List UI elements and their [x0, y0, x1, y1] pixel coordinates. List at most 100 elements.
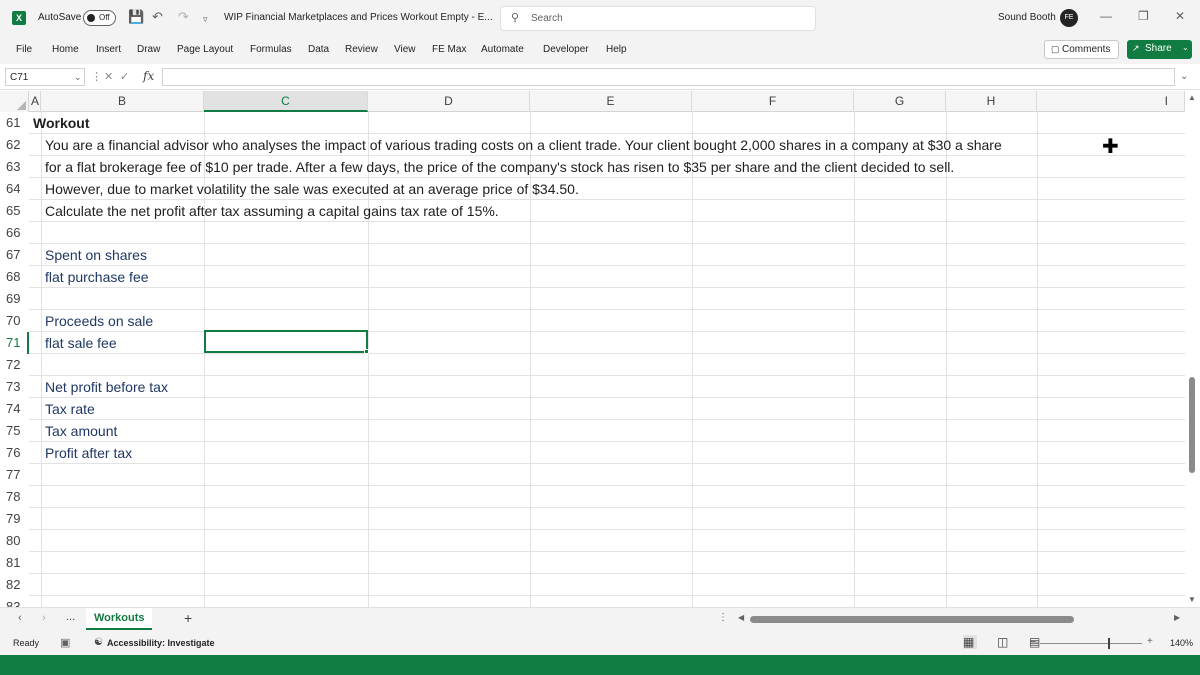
- tab-home[interactable]: Home: [52, 44, 79, 55]
- sheet-tab-workouts[interactable]: Workouts: [86, 608, 152, 630]
- column-header-e[interactable]: E: [530, 91, 692, 112]
- cell-text[interactable]: Tax amount: [45, 420, 117, 442]
- save-icon[interactable]: 💾: [128, 10, 144, 24]
- scroll-down-icon[interactable]: ▼: [1188, 595, 1196, 604]
- tab-help[interactable]: Help: [606, 44, 627, 55]
- share-button[interactable]: ↗ Share ⌄: [1127, 40, 1192, 59]
- row-header[interactable]: 66: [0, 222, 29, 244]
- column-header-b[interactable]: B: [41, 91, 204, 112]
- zoom-slider-thumb[interactable]: [1108, 638, 1110, 649]
- row-header[interactable]: 77: [0, 464, 29, 486]
- cell-text[interactable]: for a flat brokerage fee of $10 per trad…: [45, 156, 954, 178]
- undo-icon[interactable]: ↶: [152, 10, 163, 24]
- column-header-d[interactable]: D: [368, 91, 530, 112]
- document-title[interactable]: WIP Financial Marketplaces and Prices Wo…: [224, 12, 493, 23]
- cell-text[interactable]: Workout: [33, 112, 90, 134]
- expand-formula-bar-icon[interactable]: ⌄: [1180, 71, 1188, 82]
- row-header[interactable]: 63: [0, 156, 29, 178]
- row-header[interactable]: 76: [0, 442, 29, 464]
- more-sheets-icon[interactable]: ...: [66, 611, 75, 623]
- insert-function-icon[interactable]: fx: [143, 69, 154, 83]
- column-header-c[interactable]: C: [204, 91, 368, 112]
- more-options-icon[interactable]: ⋮: [91, 71, 102, 83]
- tab-view[interactable]: View: [394, 44, 416, 55]
- select-all-button[interactable]: [0, 91, 29, 112]
- formula-input[interactable]: [162, 68, 1175, 86]
- cell-text[interactable]: flat sale fee: [45, 332, 117, 354]
- cell-text[interactable]: You are a financial advisor who analyses…: [45, 134, 1002, 156]
- row-header[interactable]: 69: [0, 288, 29, 310]
- column-header-h[interactable]: H: [946, 91, 1037, 112]
- tab-page-layout[interactable]: Page Layout: [177, 44, 233, 55]
- row-header[interactable]: 71: [0, 332, 29, 354]
- row-header[interactable]: 74: [0, 398, 29, 420]
- row-header[interactable]: 81: [0, 552, 29, 574]
- row-header[interactable]: 70: [0, 310, 29, 332]
- sheet-next-icon[interactable]: ›: [42, 612, 46, 624]
- row-header[interactable]: 61: [0, 112, 29, 134]
- cell-text[interactable]: However, due to market volatility the sa…: [45, 178, 579, 200]
- column-header-a[interactable]: A: [29, 91, 41, 112]
- tab-automate[interactable]: Automate: [481, 44, 524, 55]
- tab-file[interactable]: File: [16, 44, 32, 55]
- row-header[interactable]: 82: [0, 574, 29, 596]
- row-header[interactable]: 72: [0, 354, 29, 376]
- tab-formulas[interactable]: Formulas: [250, 44, 292, 55]
- accessibility-status[interactable]: Accessibility: Investigate: [107, 638, 215, 648]
- restore-icon[interactable]: ❐: [1138, 9, 1149, 23]
- column-header-i[interactable]: I: [1037, 91, 1185, 112]
- row-header[interactable]: 64: [0, 178, 29, 200]
- row-header[interactable]: 75: [0, 420, 29, 442]
- close-icon[interactable]: ✕: [1175, 9, 1185, 23]
- horizontal-scroll-thumb[interactable]: [750, 616, 1074, 623]
- zoom-slider[interactable]: [1040, 643, 1142, 644]
- scroll-right-icon[interactable]: ▶: [1174, 613, 1180, 622]
- cell-text[interactable]: Calculate the net profit after tax assum…: [45, 200, 499, 222]
- customize-qat-icon[interactable]: ▿: [203, 12, 208, 26]
- vertical-scroll-thumb[interactable]: [1189, 377, 1195, 473]
- search-box[interactable]: ⚲ Search: [500, 6, 816, 31]
- selected-cell-c71[interactable]: [204, 330, 368, 353]
- tab-insert[interactable]: Insert: [96, 44, 121, 55]
- row-header[interactable]: 67: [0, 244, 29, 266]
- cell-text[interactable]: Spent on shares: [45, 244, 147, 266]
- user-name[interactable]: Sound Booth: [998, 12, 1056, 23]
- zoom-level[interactable]: 140%: [1170, 638, 1193, 648]
- tab-data[interactable]: Data: [308, 44, 329, 55]
- add-sheet-button[interactable]: +: [184, 610, 192, 626]
- name-box[interactable]: C71 ⌄: [5, 68, 85, 86]
- cell-text[interactable]: Profit after tax: [45, 442, 132, 464]
- worksheet-grid[interactable]: A B C D E F G H I 61 Workout 62 You are a f…: [0, 91, 1185, 607]
- page-layout-view-icon[interactable]: ◫: [997, 635, 1011, 649]
- tab-review[interactable]: Review: [345, 44, 378, 55]
- row-header[interactable]: 62: [0, 134, 29, 156]
- cell-text[interactable]: Tax rate: [45, 398, 95, 420]
- column-header-g[interactable]: G: [854, 91, 946, 112]
- row-header[interactable]: 68: [0, 266, 29, 288]
- cell-text[interactable]: Proceeds on sale: [45, 310, 153, 332]
- minimize-icon[interactable]: —: [1100, 9, 1112, 23]
- redo-icon[interactable]: ↷: [178, 10, 189, 24]
- vertical-scrollbar[interactable]: ▲ ▼: [1185, 91, 1200, 607]
- scroll-left-icon[interactable]: ◀: [738, 613, 744, 622]
- cell-text[interactable]: flat purchase fee: [45, 266, 149, 288]
- row-header[interactable]: 80: [0, 530, 29, 552]
- row-header[interactable]: 73: [0, 376, 29, 398]
- fill-handle[interactable]: [364, 349, 369, 354]
- column-header-f[interactable]: F: [692, 91, 854, 112]
- row-header[interactable]: 79: [0, 508, 29, 530]
- tab-developer[interactable]: Developer: [543, 44, 589, 55]
- autosave-toggle[interactable]: Off: [83, 10, 116, 26]
- tab-draw[interactable]: Draw: [137, 44, 160, 55]
- row-header[interactable]: 78: [0, 486, 29, 508]
- cell-text[interactable]: Net profit before tax: [45, 376, 168, 398]
- enter-icon[interactable]: ✓: [120, 71, 129, 83]
- zoom-in-icon[interactable]: +: [1147, 636, 1153, 647]
- split-handle-icon[interactable]: ⋮: [718, 612, 728, 623]
- comments-button[interactable]: ▢ Comments: [1044, 40, 1119, 59]
- sheet-prev-icon[interactable]: ‹: [18, 612, 22, 624]
- tab-fe-max[interactable]: FE Max: [432, 44, 466, 55]
- row-header[interactable]: 65: [0, 200, 29, 222]
- cancel-icon[interactable]: ✕: [104, 71, 113, 83]
- scroll-up-icon[interactable]: ▲: [1188, 93, 1196, 102]
